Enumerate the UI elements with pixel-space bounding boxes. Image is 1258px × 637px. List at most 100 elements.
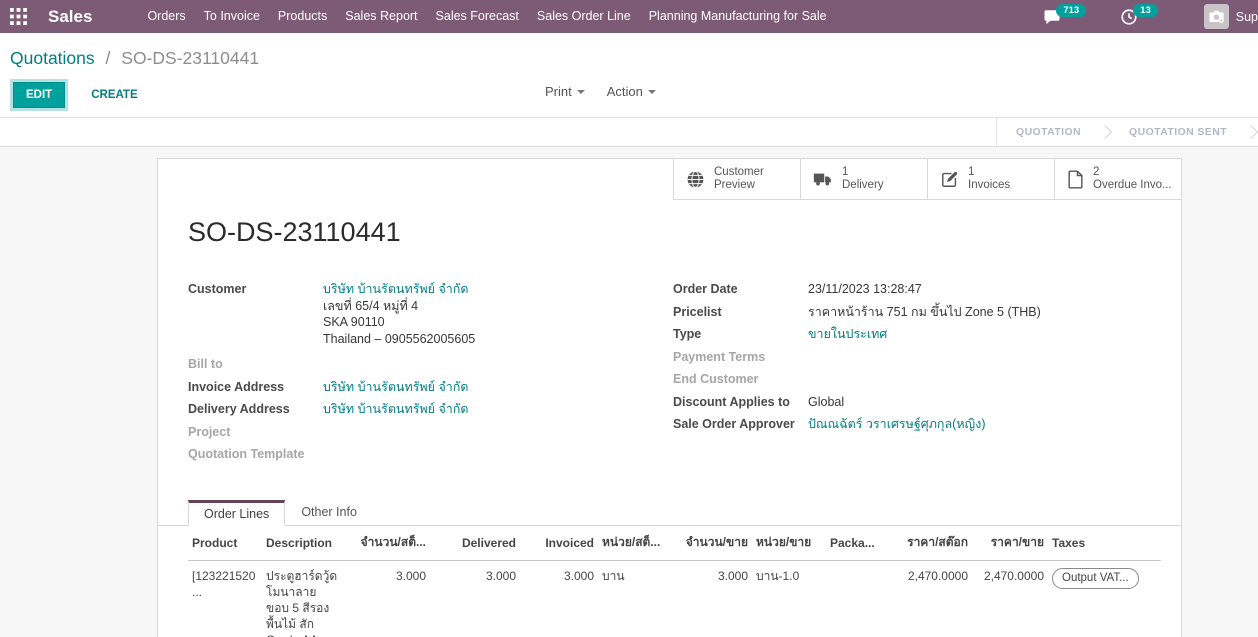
menu-item-sales-forecast[interactable]: Sales Forecast	[427, 0, 528, 33]
column-header-taxes[interactable]: Taxes	[1048, 527, 1161, 561]
customer-preview-button[interactable]: CustomerPreview	[673, 159, 800, 199]
customer-preview-button-label: Preview	[714, 179, 755, 191]
delivery-button-label: Delivery	[842, 179, 884, 191]
apps-menu-button[interactable]	[0, 0, 36, 33]
page-title: SO-DS-23110441	[188, 217, 401, 248]
action-dropdown[interactable]: Action	[607, 84, 656, 99]
menu-item-orders[interactable]: Orders	[138, 0, 194, 33]
statusbar: QUOTATIONQUOTATION SENTSALES ORDER	[0, 117, 1258, 147]
smart-button-text: CustomerPreview	[714, 166, 764, 192]
create-button[interactable]: CREATE	[85, 88, 143, 102]
document-icon	[1067, 170, 1084, 189]
user-menu[interactable]: Sup	[1204, 4, 1258, 29]
status-step-quotation-sent[interactable]: QUOTATION SENT	[1110, 126, 1246, 138]
field-value-text-order-date: 23/11/2023 13:28:47	[808, 282, 922, 296]
tab-other-info[interactable]: Other Info	[285, 499, 373, 526]
cell-item: บาน-1.0	[752, 561, 826, 637]
delivery-button[interactable]: 1Delivery	[800, 159, 927, 199]
smart-button-text: 1Delivery	[842, 166, 884, 192]
print-dropdown[interactable]: Print	[545, 84, 585, 99]
field-value-discount-applies-to: Global	[808, 394, 844, 411]
field-sale-order-approver: Sale Order Approverปัณณฉัตร์ วราเศรษฐ์ศุ…	[673, 416, 1178, 433]
field-payment-terms: Payment Terms	[673, 349, 1178, 366]
invoices-button[interactable]: 1Invoices	[927, 159, 1054, 199]
cell-taxes: Output VAT...	[1048, 561, 1161, 637]
field-label-payment-terms: Payment Terms	[673, 349, 808, 366]
apps-grid-icon	[10, 8, 27, 25]
menu-item-products[interactable]: Products	[269, 0, 336, 33]
column-header-item[interactable]: จำนวน/ขาย	[670, 527, 752, 561]
messages-button[interactable]: 713	[1037, 8, 1092, 26]
action-label: Action	[607, 84, 643, 99]
field-value-sale-order-approver: ปัณณฉัตร์ วราเศรษฐ์ศุภกุล(หญิง)	[808, 416, 985, 433]
taxes-badge[interactable]: Output VAT...	[1052, 568, 1139, 589]
field-label-project: Project	[188, 424, 323, 441]
invoices-button-value: 1	[968, 166, 974, 178]
cell-item: 3.000	[344, 561, 430, 637]
column-header-item[interactable]: ราคา/ขาย	[972, 527, 1048, 561]
column-header-invoiced[interactable]: Invoiced	[520, 527, 598, 561]
field-label-discount-applies-to: Discount Applies to	[673, 394, 808, 411]
caret-down-icon	[577, 90, 585, 94]
status-step-quotation[interactable]: QUOTATION	[997, 126, 1100, 138]
field-value-text-delivery-address[interactable]: บริษัท บ้านรัตนทรัพย์ จำกัด	[323, 402, 469, 416]
customer-preview-button-value: Customer	[714, 166, 764, 178]
field-project: Project	[188, 424, 648, 441]
cell-item: บาน	[598, 561, 670, 637]
field-type: Typeขายในประเทศ	[673, 326, 1178, 343]
tab-order-lines[interactable]: Order Lines	[188, 500, 285, 526]
field-value-text-type[interactable]: ขายในประเทศ	[808, 327, 887, 341]
column-header-item[interactable]: หน่วย/ขาย	[752, 527, 826, 561]
menu-item-sales-order-line[interactable]: Sales Order Line	[528, 0, 640, 33]
top-navbar: Sales OrdersTo InvoiceProductsSales Repo…	[0, 0, 1258, 33]
field-label-end-customer: End Customer	[673, 371, 808, 388]
column-header-item[interactable]: จำนวน/สต็...	[344, 527, 430, 561]
column-header-description[interactable]: Description	[262, 527, 344, 561]
field-value-pricelist: ราคาหน้าร้าน 751 กม ขึ้นไป Zone 5 (THB)	[808, 304, 1041, 321]
column-header-delivered[interactable]: Delivered	[430, 527, 520, 561]
field-value-text-pricelist: ราคาหน้าร้าน 751 กม ขึ้นไป Zone 5 (THB)	[808, 305, 1041, 319]
menu-item-to-invoice[interactable]: To Invoice	[195, 0, 269, 33]
column-header-product[interactable]: Product	[188, 527, 262, 561]
field-value-delivery-address: บริษัท บ้านรัตนทรัพย์ จำกัด	[323, 401, 469, 418]
left-field-column: Customerบริษัท บ้านรัตนทรัพย์ จำกัดเลขที…	[188, 281, 648, 469]
caret-down-icon	[648, 90, 656, 94]
edit-button[interactable]: EDIT	[13, 82, 65, 108]
breadcrumb: Quotations / SO-DS-23110441	[0, 33, 1258, 69]
cell-item: 2,470.0000	[972, 561, 1048, 637]
field-label-delivery-address: Delivery Address	[188, 401, 323, 418]
cell-item: 2,470.0000	[882, 561, 972, 637]
column-header-item[interactable]: หน่วย/สต็...	[598, 527, 670, 561]
systray: 713 13 Sup	[1037, 0, 1258, 33]
field-value-text-invoice-address[interactable]: บริษัท บ้านรัตนทรัพย์ จำกัด	[323, 380, 469, 394]
breadcrumb-separator: /	[106, 48, 111, 68]
menu-item-planning-manufacturing-for-sale[interactable]: Planning Manufacturing for Sale	[640, 0, 836, 33]
content-area: CustomerPreview1Delivery1Invoices2Overdu…	[0, 147, 1258, 637]
menu-item-sales-report[interactable]: Sales Report	[336, 0, 426, 33]
overdue-invoices-button[interactable]: 2Overdue Invo...	[1054, 159, 1181, 199]
field-extra-line: SKA 90110	[323, 314, 475, 331]
field-label-pricelist: Pricelist	[673, 304, 808, 321]
screen: Sales OrdersTo InvoiceProductsSales Repo…	[0, 0, 1258, 637]
app-name[interactable]: Sales	[48, 7, 92, 27]
overdue-invoices-button-label: Overdue Invo...	[1093, 179, 1172, 191]
field-delivery-address: Delivery Addressบริษัท บ้านรัตนทรัพย์ จำ…	[188, 401, 648, 418]
cell-item: 3.000	[670, 561, 752, 637]
delivery-button-value: 1	[842, 166, 848, 178]
breadcrumb-quotations-link[interactable]: Quotations	[10, 48, 95, 68]
field-value-text-customer[interactable]: บริษัท บ้านรัตนทรัพย์ จำกัด	[323, 282, 469, 296]
field-value-text-sale-order-approver[interactable]: ปัณณฉัตร์ วราเศรษฐ์ศุภกุล(หญิง)	[808, 417, 985, 431]
invoices-button-label: Invoices	[968, 179, 1010, 191]
activities-button[interactable]: 13	[1114, 8, 1164, 26]
field-label-sale-order-approver: Sale Order Approver	[673, 416, 808, 433]
smart-button-text: 1Invoices	[968, 166, 1010, 192]
field-quotation-template: Quotation Template	[188, 446, 648, 463]
field-order-date: Order Date23/11/2023 13:28:47	[673, 281, 1178, 298]
control-panel-buttons: EDIT CREATE Print Action	[0, 80, 1258, 110]
avatar	[1204, 4, 1229, 29]
field-value-text-discount-applies-to: Global	[808, 395, 844, 409]
cell-delivered: 3.000	[430, 561, 520, 637]
column-header-packa[interactable]: Packa...	[826, 527, 882, 561]
column-header-item[interactable]: ราคา/สต๊อก	[882, 527, 972, 561]
table-row[interactable]: [123221520...ประตูฮาร์ดวู้ด โมนาลาย ขอบ …	[188, 561, 1161, 637]
